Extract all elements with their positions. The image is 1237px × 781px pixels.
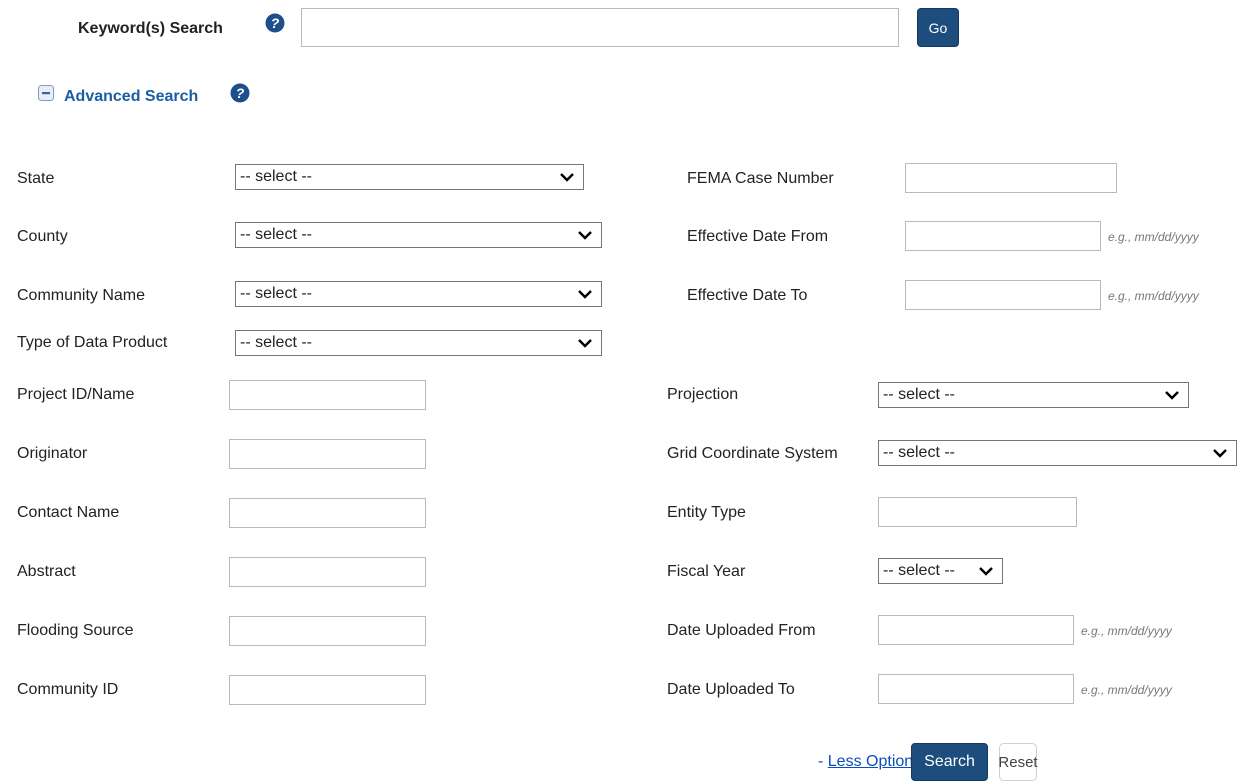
search-button[interactable]: Search [911, 743, 988, 781]
entity-type-input[interactable] [878, 497, 1077, 527]
fiscal-year-label: Fiscal Year [667, 563, 746, 580]
chevron-down-icon [578, 290, 592, 299]
state-label: State [17, 170, 55, 187]
effective-date-from-label: Effective Date From [687, 228, 829, 245]
svg-text:?: ? [271, 15, 280, 31]
date-uploaded-from-label: Date Uploaded From [667, 622, 816, 639]
flooding-source-label: Flooding Source [17, 622, 134, 639]
contact-name-input[interactable] [229, 498, 426, 528]
less-options-group: - Less Options [818, 753, 921, 771]
community-name-label: Community Name [17, 287, 146, 304]
less-options-dash: - [818, 753, 828, 770]
grid-coordinate-system-select[interactable]: -- select -- [878, 440, 1237, 466]
fiscal-year-select[interactable]: -- select -- [878, 558, 1003, 584]
data-product-select[interactable]: -- select -- [235, 330, 602, 356]
keyword-help-icon[interactable]: ? [265, 13, 285, 33]
fiscal-year-select-value: -- select -- [883, 562, 955, 579]
chevron-down-icon [1165, 391, 1179, 400]
effective-date-to-hint: e.g., mm/dd/yyyy [1108, 289, 1199, 303]
less-options-link[interactable]: Less Options [828, 753, 921, 770]
fema-case-input[interactable] [905, 163, 1117, 193]
flooding-source-input[interactable] [229, 616, 426, 646]
projection-label: Projection [667, 386, 739, 403]
community-id-label: Community ID [17, 681, 119, 698]
projection-select-value: -- select -- [883, 386, 955, 403]
entity-type-label: Entity Type [667, 504, 746, 521]
chevron-down-icon [979, 567, 993, 576]
keyword-search-input[interactable] [301, 8, 899, 47]
abstract-input[interactable] [229, 557, 426, 587]
county-select[interactable]: -- select -- [235, 222, 602, 248]
state-select-value: -- select -- [240, 168, 312, 185]
date-uploaded-from-input[interactable] [878, 615, 1074, 645]
grid-coordinate-system-select-value: -- select -- [883, 444, 955, 461]
project-input[interactable] [229, 380, 426, 410]
date-uploaded-to-input[interactable] [878, 674, 1074, 704]
fema-case-label: FEMA Case Number [687, 170, 834, 187]
effective-date-from-input[interactable] [905, 221, 1101, 251]
county-select-value: -- select -- [240, 226, 312, 243]
project-label: Project ID/Name [17, 386, 135, 403]
projection-select[interactable]: -- select -- [878, 382, 1189, 408]
svg-text:?: ? [236, 85, 245, 101]
date-uploaded-to-label: Date Uploaded To [667, 681, 795, 698]
originator-input[interactable] [229, 439, 426, 469]
abstract-label: Abstract [17, 563, 76, 580]
county-label: County [17, 228, 68, 245]
grid-coordinate-system-label: Grid Coordinate System [667, 445, 838, 462]
effective-date-from-hint: e.g., mm/dd/yyyy [1108, 230, 1199, 244]
community-name-select-value: -- select -- [240, 285, 312, 302]
effective-date-to-label: Effective Date To [687, 287, 808, 304]
date-uploaded-from-hint: e.g., mm/dd/yyyy [1081, 624, 1172, 638]
collapse-icon[interactable] [38, 85, 54, 101]
state-select[interactable]: -- select -- [235, 164, 584, 190]
chevron-down-icon [560, 173, 574, 182]
effective-date-to-input[interactable] [905, 280, 1101, 310]
community-id-input[interactable] [229, 675, 426, 705]
date-uploaded-to-hint: e.g., mm/dd/yyyy [1081, 683, 1172, 697]
keyword-search-label: Keyword(s) Search [78, 20, 223, 37]
chevron-down-icon [578, 231, 592, 240]
chevron-down-icon [1213, 449, 1227, 458]
reset-button[interactable]: Reset [998, 743, 1038, 781]
data-product-select-value: -- select -- [240, 334, 312, 351]
chevron-down-icon [578, 339, 592, 348]
advanced-search-toggle[interactable]: Advanced Search [64, 88, 198, 106]
contact-name-label: Contact Name [17, 504, 120, 521]
advanced-help-icon[interactable]: ? [230, 83, 250, 103]
go-button[interactable]: Go [917, 8, 959, 47]
community-name-select[interactable]: -- select -- [235, 281, 602, 307]
originator-label: Originator [17, 445, 88, 462]
data-product-label: Type of Data Product [17, 334, 168, 351]
